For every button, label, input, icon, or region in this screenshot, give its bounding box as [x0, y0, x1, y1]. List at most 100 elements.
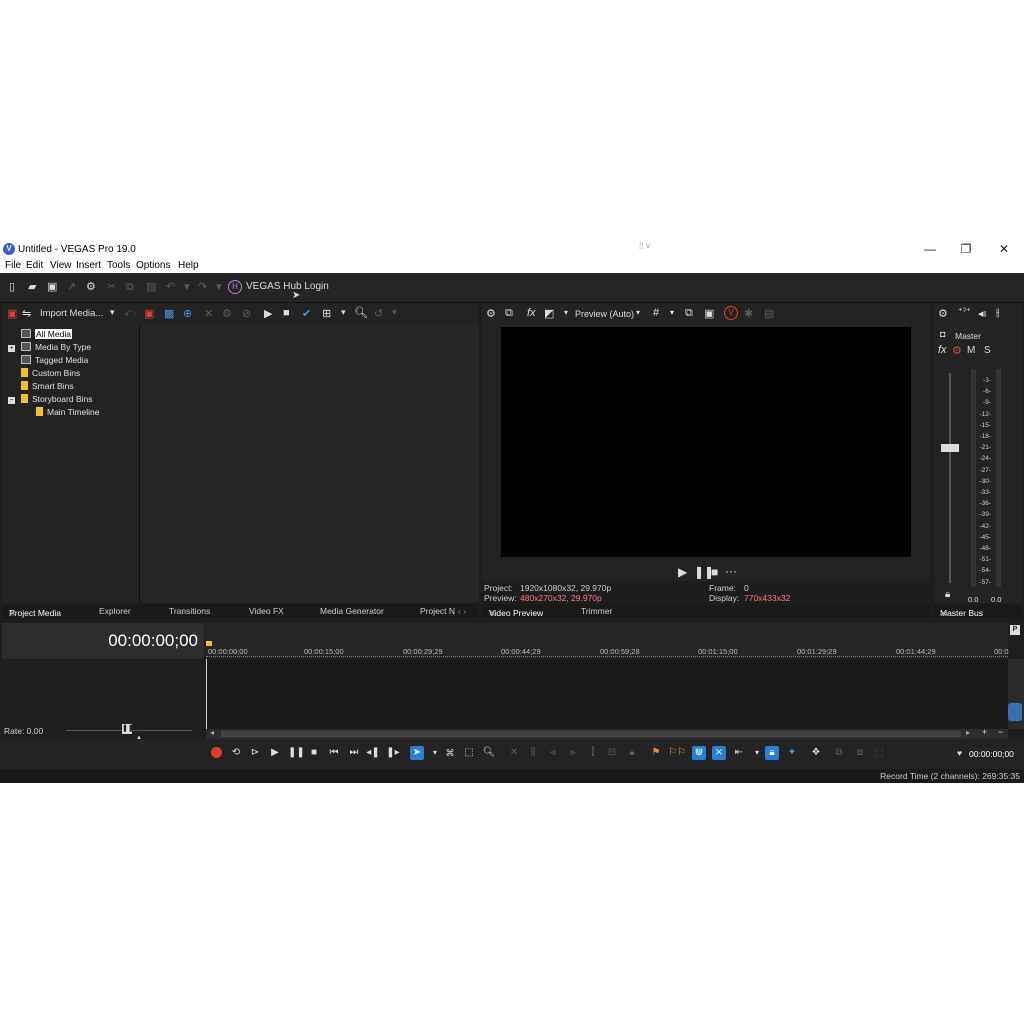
play-media-icon[interactable]: ▶	[264, 307, 272, 320]
horizontal-scrollbar[interactable]: ◂ ▸ + −	[206, 727, 1008, 739]
save-icon[interactable]: ▣	[47, 280, 57, 294]
menu-edit[interactable]: Edit	[26, 260, 43, 271]
tab-trimmer[interactable]: Trimmer	[581, 606, 612, 616]
stop-media-icon[interactable]: ■	[283, 307, 290, 319]
master-checkbox-icon[interactable]: ◘	[940, 329, 945, 339]
menu-file[interactable]: File	[5, 260, 21, 271]
save-snapshot-icon[interactable]: ▣	[704, 307, 714, 320]
hub-login-link[interactable]: VEGAS Hub Login	[246, 280, 329, 294]
master-fx-icon[interactable]: fx	[938, 344, 947, 356]
delete-event-icon[interactable]: ✕	[507, 746, 521, 760]
overlay-dropdown-icon[interactable]: ▾	[670, 308, 674, 317]
vertical-scrollbar[interactable]	[1008, 659, 1024, 729]
pause-button[interactable]: ❚❚	[288, 746, 305, 760]
tree-item-all-media[interactable]: All Media	[21, 329, 72, 339]
volume-fader-handle[interactable]	[941, 444, 959, 452]
mute-button[interactable]: M	[967, 345, 975, 356]
preview-mode-dropdown-icon[interactable]: ▾	[636, 308, 640, 317]
search-icon[interactable]: 🔍︎	[354, 306, 368, 319]
tab-explorer[interactable]: Explorer	[99, 606, 131, 616]
ripple-dropdown-icon[interactable]: ▾	[750, 746, 764, 760]
menu-disabled-icon[interactable]: ▤	[764, 307, 774, 320]
tree-item-media-by-type[interactable]: Media By Type	[21, 342, 91, 352]
dim-output-icon[interactable]: ◂ı	[978, 307, 987, 320]
group-icon[interactable]: ⧉	[832, 746, 846, 760]
tag-icon[interactable]: ⊘	[242, 307, 251, 320]
previous-frame-icon[interactable]: ◂❚	[366, 746, 380, 760]
copy-icon[interactable]: ⧉	[126, 280, 134, 294]
preview-settings-gear-icon[interactable]: ⚙	[486, 307, 496, 320]
color-grading-icon[interactable]: ❖	[809, 746, 823, 760]
close-button[interactable]: ✕	[986, 241, 1022, 258]
capture-icon[interactable]: ⇋	[22, 307, 31, 320]
import-icon[interactable]: ▣	[7, 307, 17, 320]
split-screen-icon[interactable]: ◩	[544, 307, 554, 320]
video-canvas[interactable]	[501, 327, 911, 557]
solo-button[interactable]: S	[984, 345, 991, 356]
fx-icon[interactable]: fx	[527, 307, 536, 319]
refresh-icon[interactable]: ↺	[374, 307, 383, 320]
edit-tool-dropdown-icon[interactable]: ▾	[428, 746, 442, 760]
tree-item-tagged-media[interactable]: Tagged Media	[21, 355, 88, 365]
auto-ripple-icon[interactable]: ⇤	[732, 746, 746, 760]
go-to-start-icon[interactable]: ⏮	[327, 746, 341, 760]
menu-insert[interactable]: Insert	[76, 260, 101, 271]
stop-preview-icon[interactable]: ■	[711, 565, 718, 579]
tab-project-notes[interactable]: Project N	[420, 606, 455, 616]
menu-options[interactable]: Options	[136, 260, 170, 271]
tree-item-custom-bins[interactable]: Custom Bins	[21, 368, 80, 378]
more-options-icon[interactable]: ···	[725, 564, 737, 578]
auto-preview-icon[interactable]: ✔	[302, 307, 311, 320]
close-tab-icon[interactable]: ✕	[9, 608, 16, 619]
master-fx-settings-icon[interactable]: ⚙	[952, 344, 962, 357]
lock-envelopes-icon[interactable]: 🔒︎	[765, 746, 779, 760]
auto-crossfade-icon[interactable]: ⨯	[712, 746, 726, 760]
media-fx-icon[interactable]: ▩	[164, 307, 174, 320]
mixer-settings-gear-icon[interactable]: ⚙	[938, 307, 948, 320]
redo-icon[interactable]: ↷	[198, 280, 207, 294]
trim-end-icon[interactable]: ⫸	[566, 746, 580, 760]
trim-icon[interactable]: ⫼	[526, 746, 540, 760]
play-from-start-icon[interactable]: ⊳	[248, 746, 262, 760]
grid-overlay-icon[interactable]: #	[653, 307, 659, 319]
track-area[interactable]	[206, 659, 1008, 729]
record-button[interactable]	[211, 747, 222, 758]
scroll-right-icon[interactable]: ▸	[966, 728, 970, 737]
zoom-in-icon[interactable]: +	[982, 727, 987, 737]
delete-icon[interactable]: ✕	[204, 307, 213, 320]
search-media-icon[interactable]: ⊕	[183, 307, 192, 320]
vegas-logo-icon[interactable]: V	[724, 306, 738, 320]
quality-dropdown-icon[interactable]: ▾	[564, 308, 568, 317]
open-folder-icon[interactable]: ▰	[28, 280, 36, 294]
play-preview-icon[interactable]: ▶	[678, 565, 687, 579]
lock-icon[interactable]: 🔒︎	[945, 589, 950, 600]
loop-icon[interactable]: ⟲	[229, 746, 243, 760]
ignore-event-grouping-icon[interactable]: ✦	[785, 746, 799, 760]
selection-tool-icon[interactable]: ⬚	[462, 746, 476, 760]
region-icon[interactable]: ⚐⚐	[668, 746, 686, 760]
expand-icon[interactable]: +	[8, 345, 15, 352]
menu-tools[interactable]: Tools	[107, 260, 130, 271]
cut-icon[interactable]: ✂	[107, 280, 116, 294]
external-monitor-icon[interactable]: ⧉	[505, 307, 513, 320]
zoom-handle-icon[interactable]	[1008, 703, 1022, 721]
render-icon[interactable]: ↗	[67, 280, 76, 294]
envelope-tool-icon[interactable]: ⌘	[443, 746, 457, 760]
playhead-marker-icon[interactable]	[206, 641, 212, 646]
menu-help[interactable]: Help	[178, 260, 199, 271]
close-tab-icon[interactable]: ✕	[489, 608, 496, 619]
scroll-left-icon[interactable]: ◂	[210, 728, 214, 737]
lock-event-icon[interactable]: 🔒︎	[625, 746, 639, 760]
zoom-out-icon[interactable]: −	[998, 727, 1003, 737]
copy-snapshot-icon[interactable]: ⧉	[685, 307, 693, 320]
ungroup-icon[interactable]: ⧈	[853, 746, 867, 760]
properties-gear-icon[interactable]: ⚙	[86, 280, 96, 294]
next-frame-icon[interactable]: ❚▸	[386, 746, 400, 760]
vegas-hub-icon[interactable]: H	[228, 280, 242, 294]
get-media-icon[interactable]: ⤺	[124, 307, 136, 320]
tab-scroll-arrows-icon[interactable]: ‹ ›	[458, 606, 466, 616]
import-dropdown-icon[interactable]: ▾	[110, 307, 115, 318]
downmix-icon[interactable]: ⁺ˀ⁺	[958, 306, 971, 317]
rate-slider-handle[interactable]: ❚❚	[122, 724, 134, 734]
track-list[interactable]	[2, 659, 204, 729]
